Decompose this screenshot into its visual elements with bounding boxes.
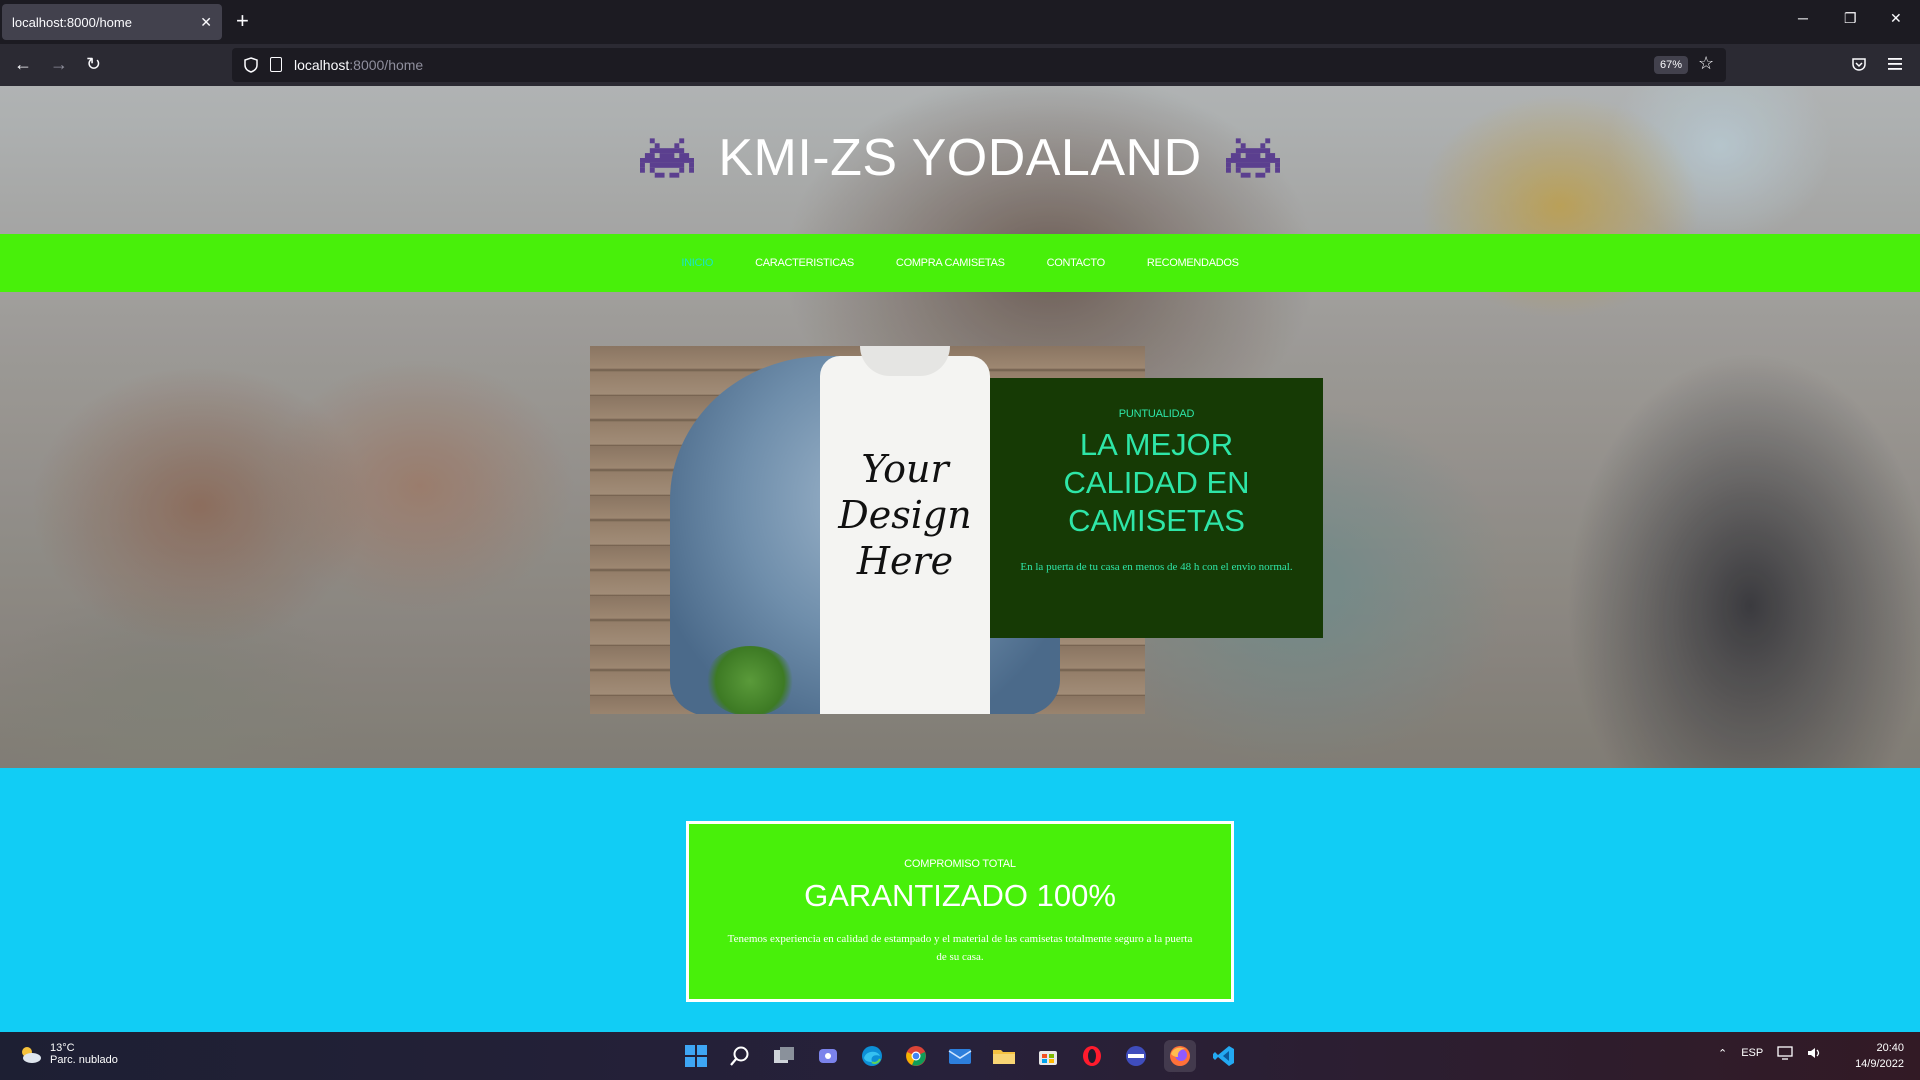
space-invader-icon [640,138,695,178]
restore-button[interactable]: ❐ [1844,10,1857,27]
bookmark-star-icon[interactable]: ☆ [1698,53,1714,74]
site-title: KMI-ZS YODALAND [718,129,1202,187]
url-path: :8000/home [349,57,424,73]
feature-text: En la puerta de tu casa en menos de 48 h… [1020,561,1293,573]
plant-shape [705,646,795,714]
chrome-icon[interactable] [900,1040,932,1072]
network-icon[interactable] [1777,1046,1793,1060]
language-indicator[interactable]: ESP [1741,1047,1763,1059]
partly-cloudy-icon [22,1047,41,1063]
reload-button[interactable]: ↻ [86,54,101,74]
chevron-up-icon[interactable]: ⌃ [1718,1047,1727,1060]
search-icon[interactable] [724,1040,756,1072]
url-text[interactable]: localhost:8000/home [294,57,423,73]
close-tab-icon[interactable]: ✕ [200,14,212,31]
pocket-icon[interactable] [1851,56,1867,72]
weather-temperature: 13°C [50,1042,75,1054]
task-view-icon[interactable] [768,1040,800,1072]
nav-link-caracteristicas[interactable]: CARACTERISTICAS [755,257,854,269]
guarantee-text: Tenemos experiencia en calidad de estamp… [727,933,1193,963]
file-explorer-icon[interactable] [988,1040,1020,1072]
system-tray: ⌃ ESP [1718,1046,1823,1060]
menu-icon[interactable] [1887,57,1903,71]
opera-icon[interactable] [1076,1040,1108,1072]
taskbar: 13°C Parc. nublado ⌃ ESP 20:40 14/9/2022 [0,1032,1920,1080]
firefox-icon[interactable] [1164,1040,1196,1072]
forward-button[interactable]: → [50,54,68,74]
nav-link-compra-camisetas[interactable]: COMPRA CAMISETAS [896,257,1005,269]
site-nav: INICIO CARACTERISTICAS COMPRA CAMISETAS … [0,234,1920,292]
guarantee-kicker: COMPROMISO TOTAL [904,858,1016,870]
store-icon[interactable] [1032,1040,1064,1072]
mail-icon[interactable] [944,1040,976,1072]
back-button[interactable]: ← [14,54,32,74]
browser-navbar: ← → ↻ localhost:8000/home 67% ☆ [0,44,1920,86]
minimize-button[interactable]: ─ [1798,10,1808,26]
url-bar[interactable]: localhost:8000/home 67% ☆ [232,48,1726,82]
weather-widget[interactable]: 13°C Parc. nublado [18,1042,118,1066]
url-host: localhost [294,57,350,73]
chat-icon[interactable] [812,1040,844,1072]
close-window-button[interactable]: ✕ [1890,10,1902,27]
site-header: KMI-ZS YODALAND [0,128,1920,188]
web-page: KMI-ZS YODALAND INICIO CARACTERISTICAS C… [0,86,1920,1032]
feature-kicker: PUNTUALIDAD [1118,408,1195,420]
guarantee-card: COMPROMISO TOTAL GARANTIZADO 100% Tenemo… [686,821,1234,1002]
clock-time: 20:40 [1876,1042,1904,1054]
guarantee-section: COMPROMISO TOTAL GARANTIZADO 100% Tenemo… [0,768,1920,1032]
guarantee-title: GARANTIZADO 100% [804,878,1116,913]
clock-date: 14/9/2022 [1855,1058,1904,1070]
app-icon[interactable] [1120,1040,1152,1072]
mockup-design-text: Your Design Here [838,447,972,583]
browser-tabbar: localhost:8000/home ✕ + ─ ❐ ✕ [0,0,1920,44]
new-tab-button[interactable]: + [236,9,249,33]
browser-tab[interactable]: localhost:8000/home ✕ [2,4,222,40]
nav-link-recomendados[interactable]: RECOMENDADOS [1147,257,1239,269]
feature-card: PUNTUALIDAD LA MEJOR CALIDAD EN CAMISETA… [990,378,1323,638]
volume-icon[interactable] [1807,1046,1823,1060]
shield-icon[interactable] [244,57,258,73]
nav-link-contacto[interactable]: CONTACTO [1047,257,1106,269]
taskbar-apps [680,1040,1240,1072]
page-icon [270,57,282,72]
feature-title: LA MEJOR CALIDAD EN CAMISETAS [1063,427,1250,538]
weather-description: Parc. nublado [50,1054,118,1066]
tab-title: localhost:8000/home [12,14,132,30]
windows-start-icon[interactable] [680,1040,712,1072]
zoom-badge[interactable]: 67% [1654,56,1689,74]
edge-icon[interactable] [856,1040,888,1072]
nav-link-inicio[interactable]: INICIO [681,257,713,269]
space-invader-icon [1225,138,1280,178]
vscode-icon[interactable] [1208,1040,1240,1072]
clock[interactable]: 20:40 14/9/2022 [1840,1040,1904,1072]
